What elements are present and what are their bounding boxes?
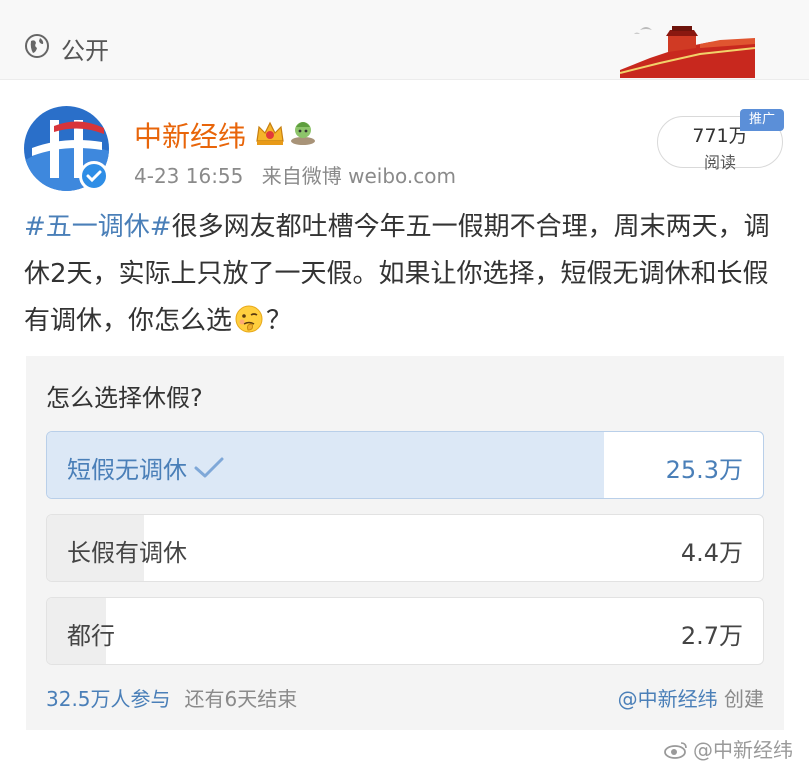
topic-link[interactable]: #五一调休# bbox=[24, 212, 172, 242]
poll-footer-stats: 32.5万人参与 还有6天结束 bbox=[46, 683, 297, 712]
poll-ends: 还有6天结束 bbox=[184, 687, 298, 711]
poll-option-label: 长假有调休 bbox=[67, 539, 187, 567]
post-text: #五一调休#很多网友都吐槽今年五一假期不合理，周末两天，调休2天，实际上只放了一… bbox=[24, 204, 794, 345]
poll-option-count: 2.7万 bbox=[680, 622, 743, 650]
post-end: ？ bbox=[266, 306, 293, 336]
post-time: 4-23 16:55 bbox=[134, 164, 244, 188]
poll-option-0[interactable]: 短假无调休 25.3万 bbox=[46, 431, 764, 499]
post-source: 来自微博 weibo.com bbox=[261, 164, 456, 188]
read-label: 阅读 bbox=[703, 153, 736, 172]
weibo-watermark: @中新经纬 bbox=[663, 734, 793, 763]
author-name[interactable]: 中新经纬 bbox=[134, 115, 246, 155]
poll-option-label: 都行 bbox=[67, 622, 115, 650]
poll-title: 怎么选择休假? bbox=[46, 384, 203, 412]
verified-icon bbox=[79, 161, 109, 191]
post-meta: 4-23 16:55 来自微博 weibo.com bbox=[134, 160, 456, 189]
poll-creator-link[interactable]: @中新经纬 bbox=[618, 687, 718, 711]
poll-participants: 32.5万人参与 bbox=[46, 687, 171, 711]
poll-created-label: 创建 bbox=[724, 687, 764, 711]
poll-option-count: 4.4万 bbox=[680, 539, 743, 567]
poll-option-2[interactable]: 都行 2.7万 bbox=[46, 597, 764, 665]
poll-footer-creator: @中新经纬 创建 bbox=[618, 683, 764, 712]
watermark-text: @中新经纬 bbox=[693, 738, 793, 762]
weibo-eye-icon bbox=[664, 742, 687, 759]
visibility-bar: 公开 bbox=[0, 0, 809, 80]
green-badge-icon bbox=[291, 122, 315, 145]
poll-option-count: 25.3万 bbox=[665, 456, 743, 484]
crown-badge-icon bbox=[256, 121, 284, 145]
poll-card: 怎么选择休假? 短假无调休 25.3万 长假有调休 4.4万 都行 2.7万 3… bbox=[26, 356, 784, 730]
thinking-emoji-icon bbox=[235, 305, 263, 333]
visibility-label: 公开 bbox=[61, 37, 109, 65]
promo-tag: 推广 bbox=[740, 109, 784, 131]
globe-icon bbox=[25, 34, 49, 58]
check-icon bbox=[194, 457, 224, 478]
poll-option-label: 短假无调休 bbox=[67, 456, 187, 484]
great-wall-image bbox=[620, 26, 755, 78]
poll-option-1[interactable]: 长假有调休 4.4万 bbox=[46, 514, 764, 582]
